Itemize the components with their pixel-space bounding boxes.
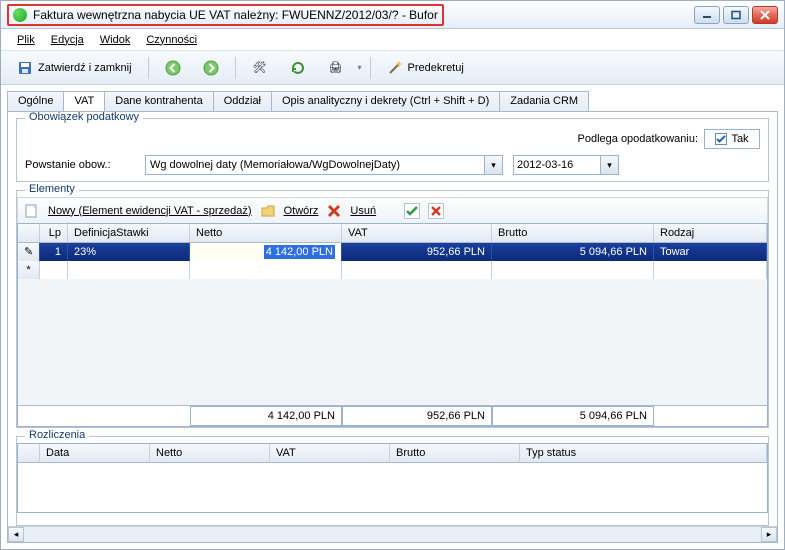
calendar-dropdown-icon[interactable]: ▾	[601, 155, 619, 175]
window-buttons	[694, 6, 778, 24]
tab-opis-analityczny[interactable]: Opis analityczny i dekrety (Ctrl + Shift…	[271, 91, 500, 111]
col-def[interactable]: DefinicjaStawki	[68, 224, 190, 242]
origin-select[interactable]: ▾	[145, 155, 503, 175]
maximize-button[interactable]	[723, 6, 749, 24]
minimize-button[interactable]	[694, 6, 720, 24]
tab-oddzial[interactable]: Oddział	[213, 91, 272, 111]
col-vat[interactable]: VAT	[342, 224, 492, 242]
save-close-button[interactable]: Zatwierdź i zamknij	[9, 56, 140, 80]
window-title: Faktura wewnętrzna nabycia UE VAT należn…	[33, 8, 438, 22]
check-icon	[715, 133, 727, 145]
tabpanel-vat: Obowiązek podatkowy Podlega opodatkowani…	[7, 111, 778, 543]
grid-empty-area	[18, 279, 767, 405]
settlements-grid[interactable]: Data Netto VAT Brutto Typ status	[17, 443, 768, 513]
row-indicator-new-icon: *	[18, 261, 40, 279]
subject-checkbox[interactable]: Tak	[704, 129, 760, 149]
app-icon	[13, 8, 27, 22]
elements-grid[interactable]: Lp DefinicjaStawki Netto VAT Brutto Rodz…	[17, 223, 768, 427]
legend-settlements: Rozliczenia	[25, 429, 89, 441]
footer-vat: 952,66 PLN	[342, 406, 492, 426]
col-s-vat[interactable]: VAT	[270, 444, 390, 462]
tab-vat[interactable]: VAT	[63, 91, 105, 111]
tabstrip: Ogólne VAT Dane kontrahenta Oddział Opis…	[7, 89, 778, 111]
refresh-button[interactable]	[282, 56, 314, 80]
col-s-brutto[interactable]: Brutto	[390, 444, 520, 462]
print-button[interactable]: 🖨	[320, 56, 352, 80]
subject-label: Podlega opodatkowaniu:	[578, 133, 698, 145]
grid-row[interactable]: ✎ 1 23% 4 142,00 PLN 952,66 PLN 5 094,66…	[18, 243, 767, 261]
cell-netto-editing[interactable]: 4 142,00 PLN	[190, 243, 342, 261]
grid-footer: 4 142,00 PLN 952,66 PLN 5 094,66 PLN	[18, 405, 767, 426]
fieldset-tax-duty: Obowiązek podatkowy Podlega opodatkowani…	[16, 118, 769, 182]
origin-label: Powstanie obow.:	[25, 159, 135, 171]
arrow-left-icon	[165, 60, 181, 76]
col-lp[interactable]: Lp	[40, 224, 68, 242]
new-icon	[24, 203, 40, 219]
wand-icon	[387, 60, 403, 76]
horizontal-scrollbar[interactable]: ◂ ▸	[8, 526, 777, 542]
tab-dane-kontrahenta[interactable]: Dane kontrahenta	[104, 91, 213, 111]
legend-tax-duty: Obowiązek podatkowy	[25, 111, 143, 123]
toolbar: Zatwierdź i zamknij 🛠 🖨 ▾ Predekretuj	[1, 51, 784, 85]
row-indicator-edit-icon: ✎	[18, 243, 40, 261]
nav-forward-button[interactable]	[195, 56, 227, 80]
print-icon: 🖨	[328, 60, 344, 76]
tab-zadania-crm[interactable]: Zadania CRM	[499, 91, 589, 111]
close-button[interactable]	[752, 6, 778, 24]
scroll-left-icon[interactable]: ◂	[8, 527, 24, 542]
save-close-label: Zatwierdź i zamknij	[38, 62, 132, 74]
tab-ogolne[interactable]: Ogólne	[7, 91, 64, 111]
refresh-icon	[290, 60, 306, 76]
col-rodzaj[interactable]: Rodzaj	[654, 224, 767, 242]
footer-netto: 4 142,00 PLN	[190, 406, 342, 426]
col-data[interactable]: Data	[40, 444, 150, 462]
nav-back-button[interactable]	[157, 56, 189, 80]
menu-widok[interactable]: Widok	[94, 32, 137, 48]
delete-icon	[326, 203, 342, 219]
titlebar: Faktura wewnętrzna nabycia UE VAT należn…	[1, 1, 784, 29]
legend-elements: Elementy	[25, 183, 79, 195]
app-window: Faktura wewnętrzna nabycia UE VAT należn…	[0, 0, 785, 550]
open-button[interactable]: Otwórz	[284, 205, 319, 217]
save-icon	[17, 60, 33, 76]
footer-brutto: 5 094,66 PLN	[492, 406, 654, 426]
scroll-right-icon[interactable]: ▸	[761, 527, 777, 542]
elements-toolbar: Nowy (Element ewidencji VAT - sprzedaż) …	[17, 197, 768, 223]
col-brutto[interactable]: Brutto	[492, 224, 654, 242]
date-input[interactable]: ▾	[513, 155, 619, 175]
new-element-button[interactable]: Nowy (Element ewidencji VAT - sprzedaż)	[48, 205, 252, 217]
client-area: Ogólne VAT Dane kontrahenta Oddział Opis…	[1, 85, 784, 549]
titlebar-highlight: Faktura wewnętrzna nabycia UE VAT należn…	[7, 4, 444, 26]
predecree-label: Predekretuj	[408, 62, 464, 74]
col-s-netto[interactable]: Netto	[150, 444, 270, 462]
tools-button[interactable]: 🛠	[244, 56, 276, 80]
grid-header: Lp DefinicjaStawki Netto VAT Brutto Rodz…	[18, 224, 767, 243]
menu-plik[interactable]: Plik	[11, 32, 41, 48]
fieldset-elements: Elementy Nowy (Element ewidencji VAT - s…	[16, 190, 769, 428]
predecree-button[interactable]: Predekretuj	[379, 56, 472, 80]
tools-icon: 🛠	[252, 60, 268, 76]
grid-new-row[interactable]: *	[18, 261, 767, 279]
delete-button[interactable]: Usuń	[350, 205, 376, 217]
check-green-icon[interactable]	[404, 203, 420, 219]
subject-value: Tak	[731, 133, 748, 145]
open-icon	[260, 203, 276, 219]
col-s-typ[interactable]: Typ status	[520, 444, 767, 462]
menu-czynnosci[interactable]: Czynności	[140, 32, 203, 48]
menubar: Plik Edycja Widok Czynności	[1, 29, 784, 51]
col-netto[interactable]: Netto	[190, 224, 342, 242]
fieldset-settlements: Rozliczenia Data Netto VAT Brutto Typ st…	[16, 436, 769, 526]
dropdown-icon[interactable]: ▾	[485, 155, 503, 175]
cancel-red-icon[interactable]	[428, 203, 444, 219]
arrow-right-icon	[203, 60, 219, 76]
menu-edycja[interactable]: Edycja	[45, 32, 90, 48]
